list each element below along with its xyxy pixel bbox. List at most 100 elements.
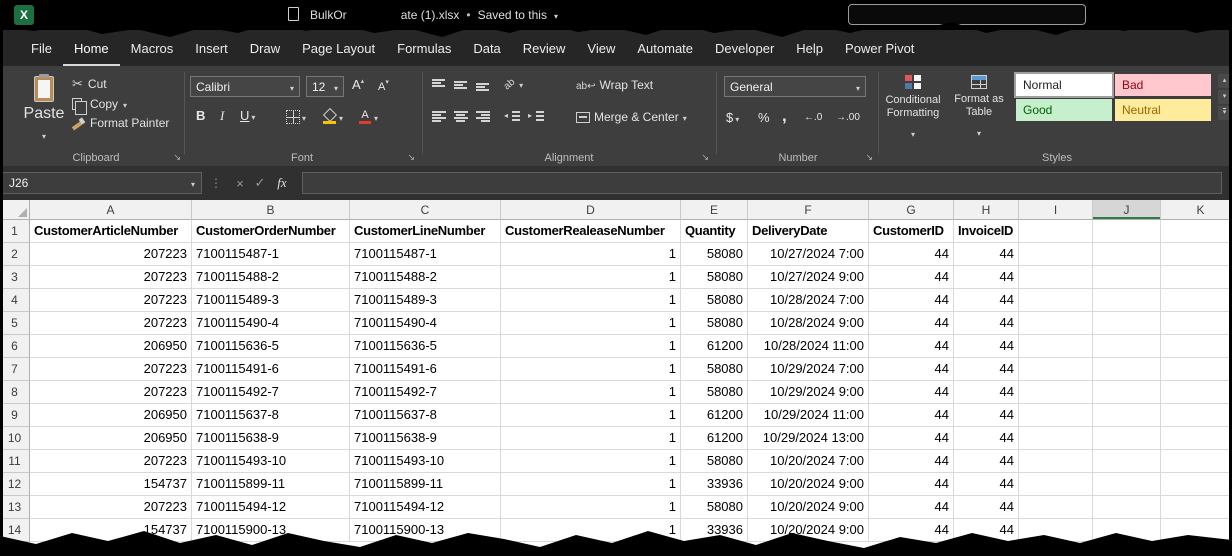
cell-G3[interactable]: 44	[869, 266, 954, 289]
ribbon-tab-draw[interactable]: Draw	[239, 30, 291, 66]
row-header-4[interactable]: 4	[0, 289, 30, 312]
row-header-6[interactable]: 6	[0, 335, 30, 358]
cell-B13[interactable]: 7100115494-12	[192, 496, 350, 519]
align-left-button[interactable]	[432, 111, 446, 122]
cell-K12[interactable]	[1161, 473, 1232, 496]
cell-A4[interactable]: 207223	[30, 289, 192, 312]
bottom-align-button[interactable]	[476, 79, 489, 91]
font-color-button[interactable]	[358, 109, 378, 124]
cell-E3[interactable]: 58080	[681, 266, 748, 289]
column-header-C[interactable]: C	[350, 200, 501, 220]
cell-D13[interactable]: 1	[501, 496, 681, 519]
cell-D12[interactable]: 1	[501, 473, 681, 496]
decrease-font-size-button[interactable]	[378, 78, 389, 93]
cell-G8[interactable]: 44	[869, 381, 954, 404]
cell-I3[interactable]	[1019, 266, 1093, 289]
cancel-formula-button[interactable]	[230, 176, 250, 191]
top-align-button[interactable]	[432, 79, 445, 91]
row-header-12[interactable]: 12	[0, 473, 30, 496]
cell-J1[interactable]	[1093, 220, 1161, 243]
row-header-7[interactable]: 7	[0, 358, 30, 381]
bold-button[interactable]: B	[196, 108, 205, 123]
ribbon-tab-review[interactable]: Review	[512, 30, 577, 66]
cell-F11[interactable]: 10/20/2024 7:00	[748, 450, 869, 473]
column-header-J[interactable]: J	[1093, 200, 1161, 220]
cell-B2[interactable]: 7100115487-1	[192, 243, 350, 266]
cell-D1[interactable]: CustomerRealeaseNumber	[501, 220, 681, 243]
cell-E6[interactable]: 61200	[681, 335, 748, 358]
cell-G4[interactable]: 44	[869, 289, 954, 312]
cell-A11[interactable]: 207223	[30, 450, 192, 473]
cell-J3[interactable]	[1093, 266, 1161, 289]
cell-C2[interactable]: 7100115487-1	[350, 243, 501, 266]
column-header-K[interactable]: K	[1161, 200, 1232, 220]
number-dialog-launcher-icon[interactable]	[865, 152, 873, 163]
row-header-2[interactable]: 2	[0, 243, 30, 266]
cell-J13[interactable]	[1093, 496, 1161, 519]
cell-H10[interactable]: 44	[954, 427, 1019, 450]
search-box[interactable]	[848, 4, 1086, 25]
ribbon-tab-power-pivot[interactable]: Power Pivot	[834, 30, 925, 66]
clipboard-dialog-launcher-icon[interactable]	[173, 152, 181, 163]
cell-J8[interactable]	[1093, 381, 1161, 404]
style-bad[interactable]: Bad	[1115, 74, 1211, 96]
cell-B6[interactable]: 7100115636-5	[192, 335, 350, 358]
cut-button[interactable]: Cut	[72, 76, 169, 92]
cell-C1[interactable]: CustomerLineNumber	[350, 220, 501, 243]
increase-font-size-button[interactable]	[352, 77, 364, 92]
cell-B1[interactable]: CustomerOrderNumber	[192, 220, 350, 243]
cell-G11[interactable]: 44	[869, 450, 954, 473]
row-header-8[interactable]: 8	[0, 381, 30, 404]
align-right-button[interactable]	[476, 111, 490, 122]
style-normal[interactable]: Normal	[1016, 74, 1112, 96]
cell-E4[interactable]: 58080	[681, 289, 748, 312]
decrease-decimal-button[interactable]: →.00	[836, 112, 860, 123]
cell-A5[interactable]: 207223	[30, 312, 192, 335]
cell-E8[interactable]: 58080	[681, 381, 748, 404]
column-header-I[interactable]: I	[1019, 200, 1093, 220]
cell-F10[interactable]: 10/29/2024 13:00	[748, 427, 869, 450]
cell-E2[interactable]: 58080	[681, 243, 748, 266]
cell-H8[interactable]: 44	[954, 381, 1019, 404]
cell-A6[interactable]: 206950	[30, 335, 192, 358]
cell-J2[interactable]	[1093, 243, 1161, 266]
increase-indent-button[interactable]	[528, 111, 544, 122]
ribbon-tab-view[interactable]: View	[576, 30, 626, 66]
cell-J4[interactable]	[1093, 289, 1161, 312]
cell-C7[interactable]: 7100115491-6	[350, 358, 501, 381]
cell-K8[interactable]	[1161, 381, 1232, 404]
cell-I13[interactable]	[1019, 496, 1093, 519]
cell-C4[interactable]: 7100115489-3	[350, 289, 501, 312]
middle-align-button[interactable]	[454, 79, 467, 91]
ribbon-tab-help[interactable]: Help	[785, 30, 834, 66]
select-all-corner[interactable]	[0, 200, 30, 220]
cell-C8[interactable]: 7100115492-7	[350, 381, 501, 404]
cell-A13[interactable]: 207223	[30, 496, 192, 519]
style-neutral[interactable]: Neutral	[1115, 99, 1211, 121]
cell-K7[interactable]	[1161, 358, 1232, 381]
column-header-G[interactable]: G	[869, 200, 954, 220]
cell-H1[interactable]: InvoiceID	[954, 220, 1019, 243]
cell-C3[interactable]: 7100115488-2	[350, 266, 501, 289]
row-header-11[interactable]: 11	[0, 450, 30, 473]
center-button[interactable]	[454, 111, 468, 122]
copy-button[interactable]: Copy	[72, 97, 169, 111]
cell-E13[interactable]: 58080	[681, 496, 748, 519]
font-dialog-launcher-icon[interactable]	[407, 152, 415, 163]
ribbon-tab-data[interactable]: Data	[462, 30, 511, 66]
cell-G10[interactable]: 44	[869, 427, 954, 450]
cell-C5[interactable]: 7100115490-4	[350, 312, 501, 335]
comma-style-button[interactable]: ,	[782, 106, 787, 126]
format-as-table-button[interactable]: Format as Table	[948, 72, 1010, 148]
cell-B8[interactable]: 7100115492-7	[192, 381, 350, 404]
cell-J10[interactable]	[1093, 427, 1161, 450]
merge-center-button[interactable]: Merge & Center	[576, 110, 687, 124]
chevron-down-icon[interactable]	[554, 8, 558, 22]
ribbon-tab-developer[interactable]: Developer	[704, 30, 785, 66]
name-box[interactable]: J26	[2, 172, 202, 194]
cell-K9[interactable]	[1161, 404, 1232, 427]
underline-button[interactable]: U	[240, 108, 255, 123]
cell-D4[interactable]: 1	[501, 289, 681, 312]
cell-E11[interactable]: 58080	[681, 450, 748, 473]
cell-F7[interactable]: 10/29/2024 7:00	[748, 358, 869, 381]
